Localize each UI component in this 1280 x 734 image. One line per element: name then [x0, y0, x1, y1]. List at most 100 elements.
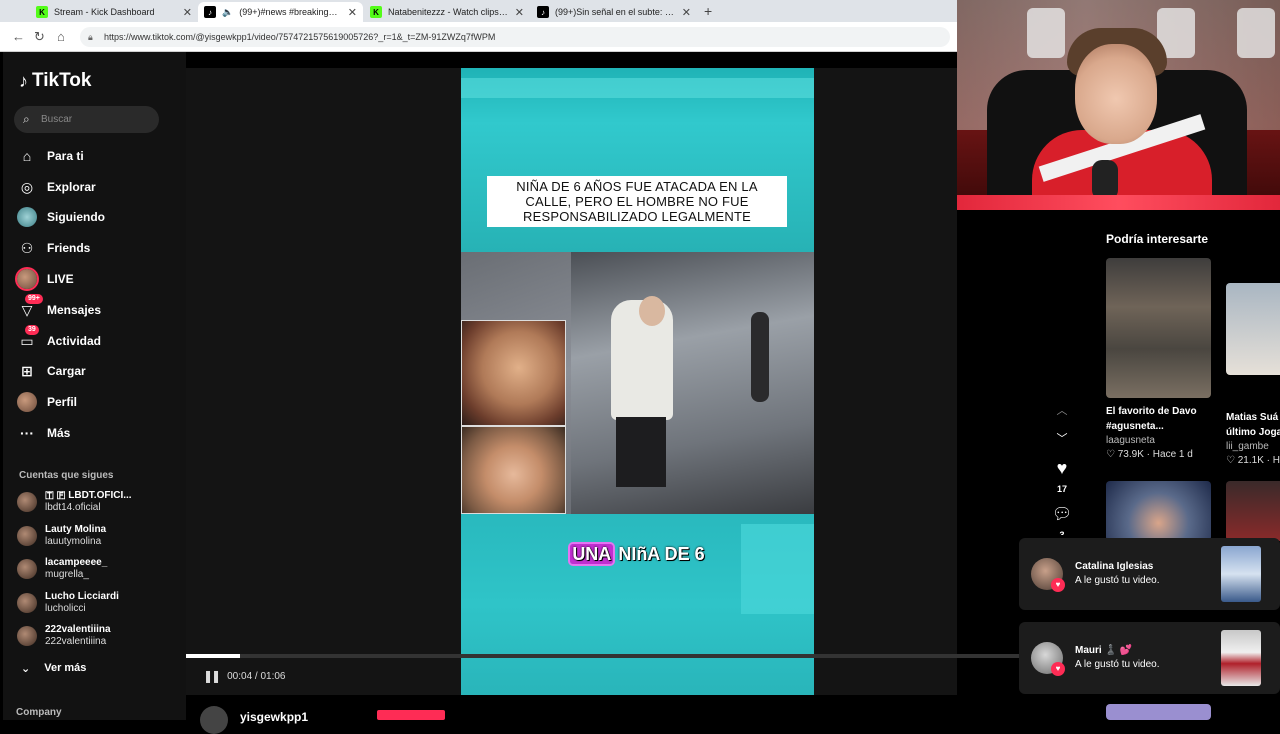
card-age: H: [1272, 455, 1280, 466]
recommended-video-card-text[interactable]: Matias Suá último Joga lii_gambe ♡ 21.1K…: [1226, 404, 1280, 468]
author-name[interactable]: yisgewkpp1: [240, 710, 308, 724]
compass-icon: ◎: [20, 178, 34, 195]
close-icon[interactable]: ✕: [682, 6, 691, 19]
nav-label: LIVE: [47, 272, 74, 286]
messages-badge: 99+: [25, 294, 43, 304]
subtitle-rest: NIñA DE 6: [613, 544, 705, 564]
activity-icon: ▭ 39: [17, 325, 39, 351]
video-thumbnail: [1226, 481, 1280, 541]
recommended-video-card[interactable]: [1226, 481, 1280, 541]
search-placeholder: Buscar: [41, 114, 73, 125]
notification-toast[interactable]: ♥ Mauri ♟️ 💕 A le gustó tu video.: [1019, 622, 1280, 694]
tab-title: (99+)#news #breakingnews: [239, 7, 342, 17]
follow-button[interactable]: [377, 710, 445, 720]
back-icon[interactable]: ←: [12, 29, 25, 44]
avatar: [17, 626, 37, 646]
logo-text: TikTok: [32, 70, 92, 91]
account-handle: mugrella_: [45, 569, 89, 580]
search-icon: ⌕: [23, 112, 30, 126]
close-icon[interactable]: ✕: [348, 6, 357, 19]
nav-item-friends[interactable]: ⚇ Friends: [17, 238, 91, 258]
notification-name: Mauri ♟️ 💕: [1075, 645, 1133, 656]
nav-item-mensajes[interactable]: ▽ 99+ Mensajes: [17, 294, 101, 320]
browser-tab-bar: K Stream - Kick Dashboard ✕ ♪ 🔈 (99+)#ne…: [0, 0, 957, 22]
video-stage[interactable]: NIÑA DE 6 AÑOS FUE ATACADA EN LA CALLE, …: [186, 68, 957, 695]
video-time: 00:04 / 01:06: [227, 670, 286, 682]
card-age: Hace 1 d: [1152, 449, 1193, 460]
see-more-button[interactable]: ⌄ Ver más: [21, 662, 86, 675]
video-controls: ❚❚ 00:04 / 01:06: [203, 669, 286, 683]
speaker-icon[interactable]: 🔈: [222, 7, 233, 18]
recommended-video-card[interactable]: El favorito de Davo #agusneta... laagusn…: [1106, 258, 1211, 462]
nav-item-perfil[interactable]: Perfil: [17, 392, 77, 412]
card-meta: ♡ 73.9K · Hace 1 d: [1106, 449, 1193, 460]
heart-icon[interactable]: ♥: [1052, 458, 1072, 479]
see-more-label: Ver más: [44, 662, 87, 674]
heart-icon: ♡: [1226, 455, 1235, 466]
nav-item-explorar[interactable]: ◎ Explorar: [17, 177, 96, 197]
card-title: Matias Suá último Joga: [1226, 412, 1280, 438]
nav-item-siguiendo[interactable]: Siguiendo: [17, 207, 105, 227]
nav-label: Friends: [47, 241, 91, 255]
following-avatar-icon: [17, 207, 37, 227]
nav-label: Para ti: [47, 149, 84, 163]
following-account[interactable]: lacampeeee_ mugrella_: [17, 557, 107, 581]
nav-item-actividad[interactable]: ▭ 39 Actividad: [17, 325, 102, 351]
new-tab-icon[interactable]: +: [704, 3, 712, 19]
tiktok-sidebar: ♪ TikTok ⌕ Buscar ⌂ Para ti ◎ Explorar S…: [3, 52, 186, 720]
author-avatar[interactable]: [200, 706, 228, 734]
avatar: [17, 559, 37, 579]
nav-item-live[interactable]: LIVE: [17, 269, 74, 289]
address-bar: ← ↻ ⌂ 🔒︎ https://www.tiktok.com/@yisgewk…: [0, 22, 957, 52]
url-field[interactable]: 🔒︎ https://www.tiktok.com/@yisgewkpp1/vi…: [80, 27, 950, 47]
video-progress-fill: [186, 654, 241, 658]
recommended-video-card[interactable]: [1226, 283, 1280, 375]
nav-item-mas[interactable]: ··· Más: [17, 423, 70, 443]
upload-icon: ⊞: [21, 362, 33, 379]
comment-icon[interactable]: 💬︎: [1052, 504, 1072, 524]
browser-tab-tiktok-news[interactable]: ♪ 🔈 (99+)#news #breakingnews ✕: [198, 2, 363, 22]
heart-icon: ♡: [1106, 449, 1115, 460]
close-icon[interactable]: ✕: [515, 6, 524, 19]
browser-tab-kick-dashboard[interactable]: K Stream - Kick Dashboard ✕: [30, 2, 198, 22]
video-thumbnail: [1106, 481, 1211, 541]
tab-title: (99+)Sin señal en el subte: Una b: [555, 7, 676, 17]
card-likes: 21.1K: [1237, 455, 1264, 466]
kick-icon: K: [36, 6, 48, 18]
reload-icon[interactable]: ↻: [34, 29, 45, 45]
heart-icon: ♥: [1051, 662, 1065, 676]
card-meta: ♡ 21.1K · H: [1226, 455, 1280, 466]
close-icon[interactable]: ✕: [183, 6, 192, 19]
following-account[interactable]: Lauty Molina lauutymolina: [17, 524, 106, 548]
following-account[interactable]: Lucho Licciardi lucholicci: [17, 591, 119, 615]
video-progress-bar[interactable]: [186, 654, 1089, 658]
chevron-down-icon: ⌄: [21, 663, 31, 675]
pause-icon[interactable]: ❚❚: [203, 669, 221, 683]
previous-video-icon[interactable]: ︿: [1052, 402, 1072, 418]
tiktok-icon: ♪: [204, 6, 216, 18]
next-video-icon[interactable]: ﹀: [1052, 430, 1072, 446]
account-name: Lauty Molina: [45, 524, 107, 535]
browser-tab-sin-senal[interactable]: ♪ (99+)Sin señal en el subte: Una b ✕: [531, 2, 697, 22]
home-icon[interactable]: ⌂: [57, 29, 65, 44]
heart-icon: ♥: [1051, 578, 1065, 592]
tiktok-icon: ♪: [537, 6, 549, 18]
site-info-icon[interactable]: 🔒︎: [88, 27, 93, 47]
browser-tab-natabenitezzz[interactable]: K Natabenitezzz - Watch clips on Ki ✕: [364, 2, 530, 22]
nav-item-para-ti[interactable]: ⌂ Para ti: [17, 146, 84, 166]
following-account[interactable]: 🇹 🇫 LBDT.OFICI... lbdt14.oficial: [17, 490, 132, 514]
following-account[interactable]: 222valentiiina 222valentiiina: [17, 624, 111, 648]
nav-label: Actividad: [47, 334, 102, 348]
webcam-overlay: [957, 0, 1280, 210]
video-subtitle: UNA NIñA DE 6: [461, 544, 814, 565]
kick-icon: K: [370, 6, 382, 18]
account-name: lacampeeee_: [45, 557, 108, 568]
nav-item-cargar[interactable]: ⊞ Cargar: [17, 361, 86, 381]
recommended-video-card[interactable]: [1106, 704, 1211, 720]
video-player[interactable]: NIÑA DE 6 AÑOS FUE ATACADA EN LA CALLE, …: [461, 68, 814, 695]
tiktok-logo[interactable]: ♪ TikTok: [19, 70, 91, 92]
notification-toast[interactable]: ♥ Catalina Iglesias A le gustó tu video.: [1019, 538, 1280, 610]
activity-badge: 39: [25, 325, 39, 335]
recommended-video-card[interactable]: [1106, 481, 1211, 541]
search-input[interactable]: ⌕ Buscar: [14, 106, 159, 133]
